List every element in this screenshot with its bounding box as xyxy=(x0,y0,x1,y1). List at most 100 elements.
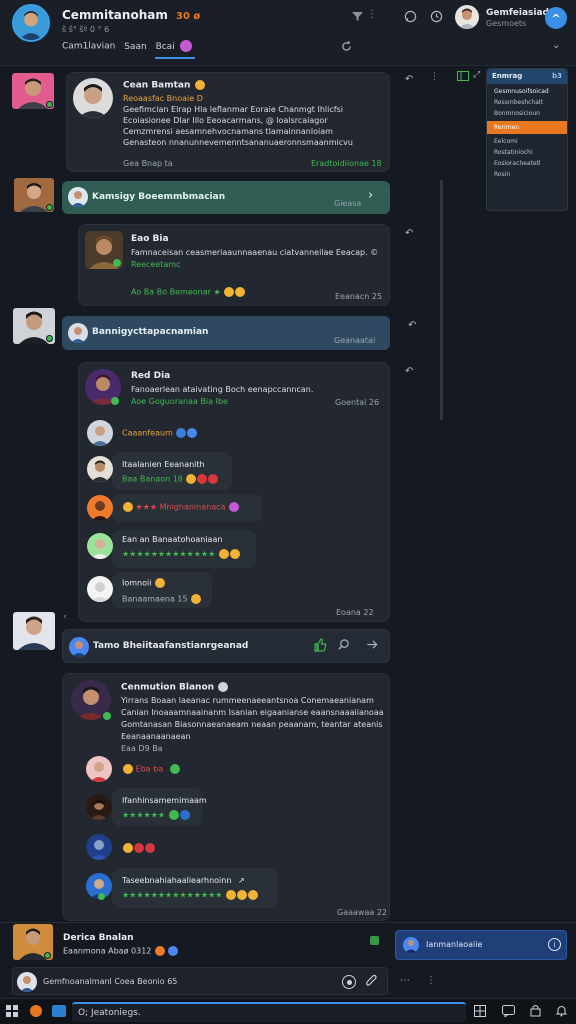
banner-time: Gieasa xyxy=(334,199,362,208)
banner-avatar xyxy=(68,187,88,207)
collapse-icon[interactable]: ‹ xyxy=(63,612,67,622)
online-status-dot xyxy=(113,259,121,267)
more-icon[interactable]: ⋯ xyxy=(400,975,410,986)
banner-time: Geanaatai xyxy=(334,336,376,345)
emoji-icon xyxy=(218,549,229,559)
profile-avatar[interactable] xyxy=(12,4,50,42)
notification-bell-icon[interactable] xyxy=(555,1004,568,1020)
composer-text: Gemfnoanalmanl Coea Beonio 65 xyxy=(43,977,178,986)
status-indicator xyxy=(370,936,379,945)
right-panel-item[interactable]: Rostatiniochi xyxy=(492,147,562,158)
emoji-icon xyxy=(186,474,197,484)
right-panel-badge: b3 xyxy=(552,72,562,80)
right-panel-item[interactable]: Rerimen xyxy=(487,121,567,134)
record-icon[interactable] xyxy=(342,975,356,989)
right-panel-item[interactable]: Ressmbeshchalt xyxy=(492,97,562,108)
banner-avatar xyxy=(69,637,89,657)
search-input[interactable]: O; Jeatoniegs. xyxy=(78,1008,141,1018)
message-card: Cean Bamtan Reoaasfac Bnoaie D Geefimcia… xyxy=(66,72,390,172)
more-icon[interactable]: ⋮ xyxy=(367,9,377,20)
reply-icon[interactable]: ↶ xyxy=(405,366,413,377)
reply-icon[interactable]: ↶ xyxy=(405,228,413,239)
refresh-icon[interactable] xyxy=(340,40,352,52)
browser-icon[interactable] xyxy=(30,1005,42,1017)
filter-icon[interactable] xyxy=(350,9,364,23)
right-panel-title: Enmrag xyxy=(492,72,523,80)
star-reactions[interactable]: Ao Ba Bo Bemeonar ★ xyxy=(131,288,221,297)
sender-avatar[interactable] xyxy=(13,612,55,650)
emoji-icon xyxy=(208,474,219,484)
lock-icon[interactable] xyxy=(530,1004,541,1020)
user-avatar[interactable] xyxy=(455,5,479,29)
search-icon[interactable] xyxy=(337,638,350,654)
toast-text: Ianmanlaoaiie xyxy=(426,940,483,949)
chevron-right-icon[interactable]: › xyxy=(368,188,373,203)
mention-banner[interactable]: Tamo Bheiitaafanstianrgeanad xyxy=(62,629,390,663)
emoji-icon xyxy=(229,549,240,559)
online-status-dot xyxy=(46,335,53,342)
grid-icon[interactable] xyxy=(474,1005,486,1020)
reply-avatar[interactable] xyxy=(86,834,112,860)
reply-avatar[interactable] xyxy=(87,456,113,482)
reply-avatar[interactable] xyxy=(86,756,112,782)
emoji-icon xyxy=(235,287,246,297)
mention-banner[interactable]: Bannigycttapacnamian Geanaatai xyxy=(62,316,390,350)
app-subtitle: š š° šº 0 ° 6 xyxy=(62,25,110,34)
panel-toggle-icon[interactable] xyxy=(456,70,470,82)
scrollbar[interactable] xyxy=(440,180,443,420)
emoji-icon xyxy=(123,843,133,853)
online-status-dot xyxy=(98,893,105,900)
chat-icon[interactable] xyxy=(502,1005,515,1020)
emoji-icon xyxy=(197,474,208,484)
message-card: Eao Bia Famnaceisan ceasmeriaaunnaaenau … xyxy=(78,224,390,306)
reply-avatar[interactable] xyxy=(86,794,112,820)
emoji-icon xyxy=(218,682,229,692)
emoji-icon xyxy=(123,764,133,774)
reaction-summary[interactable]: Eradtoidiionae 18 xyxy=(311,159,382,168)
notification-badge-button[interactable]: ^ xyxy=(545,7,567,29)
emoji-icon xyxy=(123,502,133,512)
search-bar[interactable]: O; Jeatoniegs. xyxy=(72,1002,466,1022)
forward-icon[interactable] xyxy=(365,638,379,654)
right-panel-item[interactable]: Rosin xyxy=(492,169,562,180)
message-line: Reeceetamc xyxy=(131,260,181,269)
folder-icon[interactable] xyxy=(52,1005,66,1017)
tab-1[interactable]: Cam1lavian xyxy=(62,42,115,52)
reply-text: Eba ba xyxy=(135,764,164,774)
tab-2[interactable]: Saan xyxy=(124,42,146,52)
start-icon[interactable] xyxy=(6,1005,18,1020)
expand-icon[interactable]: ⤢ xyxy=(473,70,480,80)
reply-text: ★★★★★★ xyxy=(122,810,166,820)
more-icon[interactable]: ⋮ xyxy=(430,72,439,82)
tab-3[interactable]: Bcai xyxy=(156,42,175,52)
emoji-icon xyxy=(224,287,235,297)
message-author: Red Dia xyxy=(131,371,171,381)
message-sub: Eaa D9 Ba xyxy=(121,744,163,753)
right-panel-item[interactable]: Eosioracheatetl xyxy=(492,158,562,169)
reply-icon[interactable]: ↶ xyxy=(405,74,413,85)
right-panel-item[interactable]: Gesmnusoifsoicad xyxy=(492,86,562,97)
emoji-icon xyxy=(247,890,258,900)
thumbs-up-icon[interactable] xyxy=(313,638,327,655)
clock-icon[interactable] xyxy=(429,9,443,23)
info-icon[interactable]: i xyxy=(548,938,561,951)
right-panel-item[interactable]: Eelcomi xyxy=(492,136,562,147)
reply-avatar[interactable] xyxy=(87,420,113,446)
composer[interactable]: Gemfnoanalmanl Coea Beonio 65 xyxy=(12,967,388,995)
chevron-down-icon[interactable]: ⌄ xyxy=(552,40,560,51)
emoji-icon xyxy=(168,946,179,956)
attach-icon[interactable] xyxy=(365,974,379,991)
reply-avatar[interactable] xyxy=(87,495,113,521)
reply-icon[interactable]: ↶ xyxy=(408,320,416,331)
reply-avatar[interactable] xyxy=(87,533,113,559)
reply-avatar[interactable] xyxy=(87,576,113,602)
banner-avatar xyxy=(68,323,88,343)
chat-bubble-icon[interactable] xyxy=(403,9,417,23)
notification-toast[interactable]: Ianmanlaoaiie i xyxy=(395,930,567,960)
message-avatar[interactable] xyxy=(73,78,113,118)
more-vertical-icon[interactable]: ⋮ xyxy=(426,975,436,986)
right-panel-item[interactable]: Bonmnosicioun xyxy=(492,108,562,119)
banner-text: Tamo Bheiitaafanstianrgeanad xyxy=(93,641,249,651)
mention-banner[interactable]: Kamsigy Boeemmbmacian Gieasa › xyxy=(62,181,390,214)
reply-author: Ifanhinsamemimaam xyxy=(122,796,207,805)
